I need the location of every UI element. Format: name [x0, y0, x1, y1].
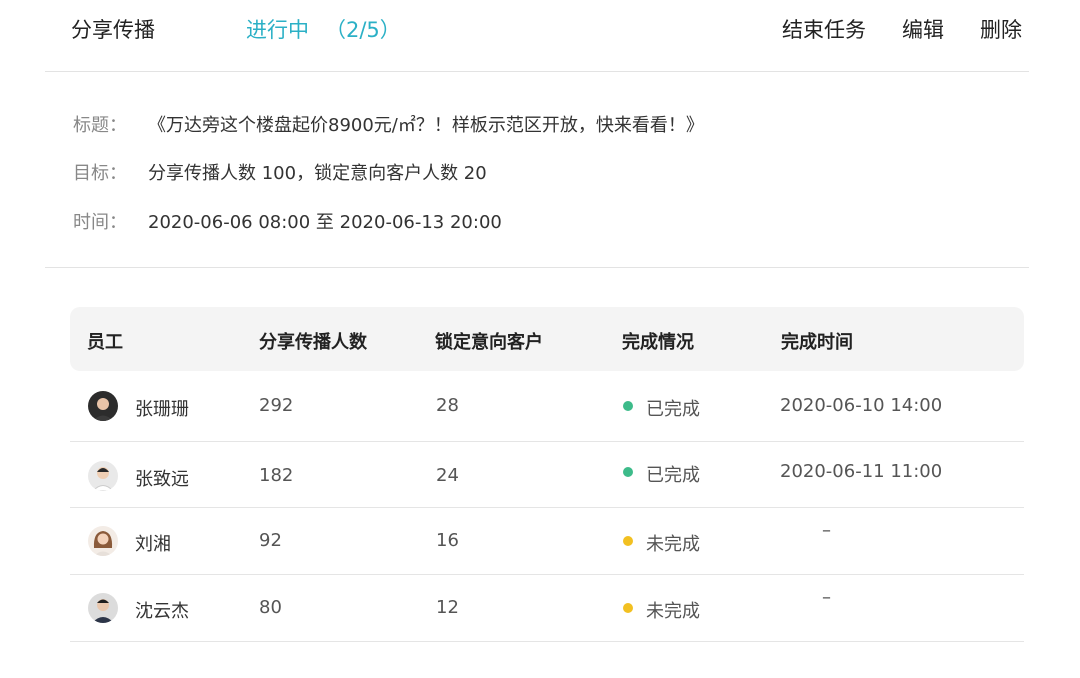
employee-name: 张珊珊	[135, 399, 189, 420]
goal-label: 目标：	[73, 163, 127, 184]
completion-status: 已完成	[646, 399, 700, 420]
completion-time: –	[822, 587, 831, 608]
employee-table: 员工 分享传播人数 锁定意向客户 完成情况 完成时间 张珊珊 292 28 已完…	[70, 307, 1024, 642]
avatar	[88, 461, 118, 491]
avatar	[88, 593, 118, 623]
completion-time: 2020-06-11 11:00	[780, 461, 943, 482]
header-bar: 分享传播 进行中 （2/5） 结束任务 编辑 删除	[0, 0, 1080, 60]
header-actions: 结束任务 编辑 删除	[782, 14, 1022, 44]
status-dot-icon	[623, 603, 633, 613]
col-shares: 分享传播人数	[259, 332, 367, 353]
table-header: 员工 分享传播人数 锁定意向客户 完成情况 完成时间	[70, 307, 1024, 371]
table-row[interactable]: 刘湘 92 16 未完成 –	[70, 508, 1024, 575]
leads-count: 16	[436, 530, 459, 551]
col-leads: 锁定意向客户	[435, 332, 543, 353]
employee-name: 刘湘	[135, 534, 171, 555]
divider-middle	[45, 267, 1029, 268]
time-value: 2020-06-06 08:00 至 2020-06-13 20:00	[148, 212, 502, 233]
col-employee: 员工	[87, 332, 123, 353]
status-label: 进行中	[246, 18, 309, 42]
divider-top	[45, 71, 1029, 72]
col-status: 完成情况	[622, 332, 694, 353]
goal-value: 分享传播人数 100，锁定意向客户人数 20	[148, 163, 487, 184]
status-dot-icon	[623, 467, 633, 477]
status-dot-icon	[623, 536, 633, 546]
shares-count: 292	[259, 395, 294, 416]
table-row[interactable]: 张致远 182 24 已完成 2020-06-11 11:00	[70, 442, 1024, 508]
leads-count: 12	[436, 597, 459, 618]
col-time: 完成时间	[781, 332, 853, 353]
completion-time: –	[822, 520, 831, 541]
shares-count: 92	[259, 530, 282, 551]
table-row[interactable]: 沈云杰 80 12 未完成 –	[70, 575, 1024, 642]
employee-name: 沈云杰	[135, 601, 189, 622]
task-status: 进行中 （2/5）	[246, 14, 401, 44]
completion-status: 已完成	[646, 465, 700, 486]
title-value: 《万达旁这个楼盘起价8900元/㎡？！样板示范区开放，快来看看！》	[148, 115, 704, 136]
shares-count: 182	[259, 465, 294, 486]
shares-count: 80	[259, 597, 282, 618]
edit-button[interactable]: 编辑	[902, 14, 944, 44]
completion-status: 未完成	[646, 601, 700, 622]
info-title-row: 标题： 《万达旁这个楼盘起价8900元/㎡？！样板示范区开放，快来看看！》	[73, 111, 704, 137]
employee-name: 张致远	[135, 469, 189, 490]
time-label: 时间：	[73, 212, 127, 233]
end-task-button[interactable]: 结束任务	[782, 14, 866, 44]
status-dot-icon	[623, 401, 633, 411]
info-time-row: 时间： 2020-06-06 08:00 至 2020-06-13 20:00	[73, 208, 502, 234]
progress-count: （2/5）	[325, 18, 401, 42]
page-title: 分享传播	[71, 18, 155, 42]
delete-button[interactable]: 删除	[980, 14, 1022, 44]
avatar	[88, 391, 118, 421]
completion-status: 未完成	[646, 534, 700, 555]
leads-count: 28	[436, 395, 459, 416]
leads-count: 24	[436, 465, 459, 486]
title-label: 标题：	[73, 115, 127, 136]
table-row[interactable]: 张珊珊 292 28 已完成 2020-06-10 14:00	[70, 371, 1024, 442]
completion-time: 2020-06-10 14:00	[780, 395, 943, 416]
info-goal-row: 目标： 分享传播人数 100，锁定意向客户人数 20	[73, 159, 487, 185]
avatar	[88, 526, 118, 556]
